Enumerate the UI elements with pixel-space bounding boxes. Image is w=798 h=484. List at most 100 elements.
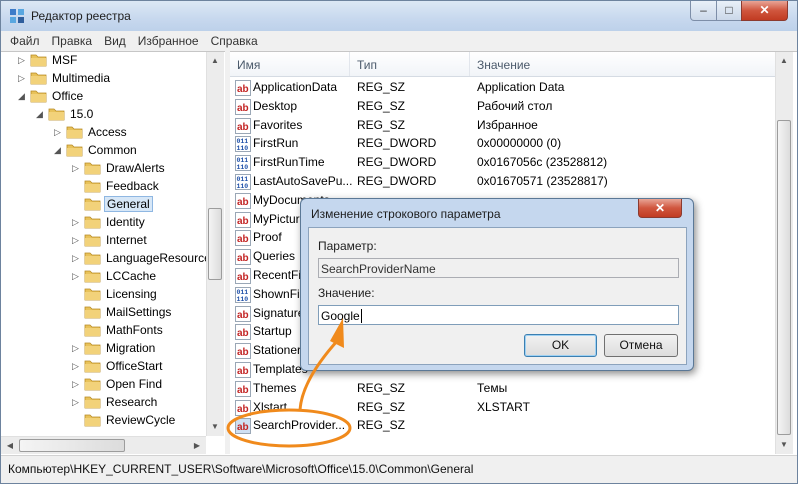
tree-item-drawalerts[interactable]: ▷ DrawAlerts [1, 160, 206, 178]
title-bar[interactable]: Редактор реестра – □ ✕ [1, 1, 797, 31]
value-row[interactable]: ab Themes REG_SZ Темы [230, 379, 775, 398]
scroll-up-arrow-icon[interactable]: ▲ [207, 52, 223, 69]
collapse-arrow-icon[interactable]: ◢ [18, 92, 27, 101]
tree-hscroll-thumb[interactable] [19, 439, 125, 452]
cancel-button[interactable]: Отмена [604, 334, 678, 357]
tree-item-label: DrawAlerts [106, 161, 165, 175]
tree-horizontal-scrollbar[interactable]: ◀ ▶ [1, 436, 206, 454]
string-value-icon: ab [235, 192, 251, 209]
tree-vertical-scrollbar[interactable]: ▲ ▼ [206, 52, 224, 436]
value-row[interactable]: 011 110 FirstRunTime REG_DWORD 0x0167056c (2… [230, 153, 775, 172]
scroll-up-arrow-icon[interactable]: ▲ [776, 52, 792, 69]
column-header-value[interactable]: Значение [477, 58, 530, 72]
column-header-type[interactable]: Тип [357, 58, 377, 72]
tree-item-access[interactable]: ▷ Access [1, 124, 206, 142]
folder-icon [30, 54, 47, 67]
tree-item-migration[interactable]: ▷ Migration [1, 340, 206, 358]
tree-item-identity[interactable]: ▷ Identity [1, 214, 206, 232]
scroll-right-arrow-icon[interactable]: ▶ [189, 437, 205, 454]
value-row[interactable]: ab ApplicationData REG_SZ Application Data [230, 78, 775, 97]
status-bar: Компьютер\HKEY_CURRENT_USER\Software\Mic… [1, 455, 797, 483]
column-separator[interactable] [349, 52, 350, 76]
value-row[interactable]: 011 110 LastAutoSavePu... REG_DWORD 0x016705… [230, 172, 775, 191]
tree-item-mathfonts[interactable]: MathFonts [1, 322, 206, 340]
expand-arrow-icon[interactable]: ▷ [18, 56, 27, 65]
list-header: Имя Тип Значение [230, 52, 775, 77]
list-scroll-thumb[interactable] [777, 120, 791, 435]
tree-item-open-find[interactable]: ▷ Open Find [1, 376, 206, 394]
tree-item-lccache[interactable]: ▷ LCCache [1, 268, 206, 286]
menu-view[interactable]: Вид [98, 31, 132, 51]
expand-arrow-icon[interactable]: ▷ [72, 362, 81, 371]
tree-item-msf[interactable]: ▷ MSF [1, 52, 206, 70]
tree-item-languageresources[interactable]: ▷ LanguageResources [1, 250, 217, 268]
value-data-input[interactable]: Google [318, 305, 679, 325]
tree-item-internet[interactable]: ▷ Internet [1, 232, 206, 250]
expand-arrow-icon[interactable]: ▷ [72, 254, 81, 263]
tree-item-licensing[interactable]: Licensing [1, 286, 206, 304]
expand-arrow-icon[interactable]: ▷ [72, 344, 81, 353]
scroll-down-arrow-icon[interactable]: ▼ [776, 436, 792, 453]
ok-button[interactable]: OK [524, 334, 597, 357]
tree-item-label: Office [52, 89, 84, 103]
tree-item-common[interactable]: ◢ Common [1, 142, 206, 160]
key-tree-pane[interactable]: ▷ MSF ▷ Multimedia ◢ Office ◢ 15.0 ▷ Access ◢ Commo… [1, 51, 225, 454]
scroll-left-arrow-icon[interactable]: ◀ [2, 437, 18, 454]
expand-arrow-icon[interactable]: ▷ [72, 218, 81, 227]
value-row[interactable]: ab Desktop REG_SZ Рабочий стол [230, 97, 775, 116]
column-separator[interactable] [469, 52, 470, 76]
value-type: REG_SZ [357, 418, 406, 433]
collapse-arrow-icon[interactable]: ◢ [54, 146, 63, 155]
menu-file[interactable]: Файл [4, 31, 46, 51]
tree-item-general[interactable]: General [1, 196, 206, 214]
string-value-icon: ab [235, 324, 251, 341]
tree-item-mailsettings[interactable]: MailSettings [1, 304, 206, 322]
expand-arrow-icon[interactable]: ▷ [18, 74, 27, 83]
value-type: REG_DWORD [357, 155, 437, 170]
value-row[interactable]: ab Favorites REG_SZ Избранное [230, 116, 775, 135]
value-data: Рабочий стол [477, 98, 553, 113]
tree-scroll-thumb[interactable] [208, 208, 222, 280]
value-data: 0x0167056c (23528812) [477, 155, 608, 170]
expand-arrow-icon[interactable]: ▷ [54, 128, 63, 137]
expand-arrow-icon[interactable]: ▷ [72, 236, 81, 245]
tree-item-officestart[interactable]: ▷ OfficeStart [1, 358, 206, 376]
string-value-icon: ab [235, 80, 251, 96]
maximize-button[interactable]: □ [716, 1, 742, 21]
tree-item-office[interactable]: ◢ Office [1, 88, 206, 106]
collapse-arrow-icon[interactable]: ◢ [36, 110, 45, 119]
expand-arrow-icon[interactable]: ▷ [72, 272, 81, 281]
folder-icon [84, 162, 101, 175]
dialog-body: Параметр: SearchProviderName Значение: G… [308, 227, 687, 365]
tree-item-reviewcycle[interactable]: ReviewCycle [1, 412, 206, 430]
menu-help[interactable]: Справка [205, 31, 264, 51]
menu-edit[interactable]: Правка [46, 31, 99, 51]
folder-icon [84, 288, 101, 301]
tree-item-multimedia[interactable]: ▷ Multimedia [1, 70, 206, 88]
value-row[interactable]: 011 110 FirstRun REG_DWORD 0x00000000 (0) [230, 134, 775, 153]
binary-value-icon: 011110 [235, 286, 251, 303]
value-row[interactable]: ab Xlstart REG_SZ XLSTART [230, 398, 775, 417]
column-header-name[interactable]: Имя [237, 58, 260, 72]
expand-arrow-icon[interactable]: ▷ [72, 380, 81, 389]
string-value-icon: ab [235, 211, 251, 228]
minimize-button[interactable]: – [690, 1, 717, 21]
svg-text:ab: ab [237, 328, 249, 339]
svg-text:110: 110 [237, 145, 249, 152]
folder-icon [84, 306, 101, 319]
tree-item-feedback[interactable]: Feedback [1, 178, 206, 196]
close-button[interactable]: ✕ [741, 1, 788, 21]
tree-item-15-0[interactable]: ◢ 15.0 [1, 106, 206, 124]
expand-arrow-icon[interactable]: ▷ [72, 398, 81, 407]
value-row[interactable]: ab SearchProvider... REG_SZ [230, 416, 775, 435]
menu-favorites[interactable]: Избранное [132, 31, 205, 51]
list-vertical-scrollbar[interactable]: ▲ ▼ [775, 52, 793, 454]
scroll-down-arrow-icon[interactable]: ▼ [207, 418, 223, 435]
svg-text:110: 110 [237, 296, 249, 303]
dialog-close-button[interactable]: ✕ [638, 199, 682, 218]
tree-item-label: Multimedia [52, 71, 111, 85]
tree-item-research[interactable]: ▷ Research [1, 394, 206, 412]
svg-text:011: 011 [237, 157, 249, 164]
expand-arrow-icon[interactable]: ▷ [72, 164, 81, 173]
value-type: REG_SZ [357, 80, 406, 94]
